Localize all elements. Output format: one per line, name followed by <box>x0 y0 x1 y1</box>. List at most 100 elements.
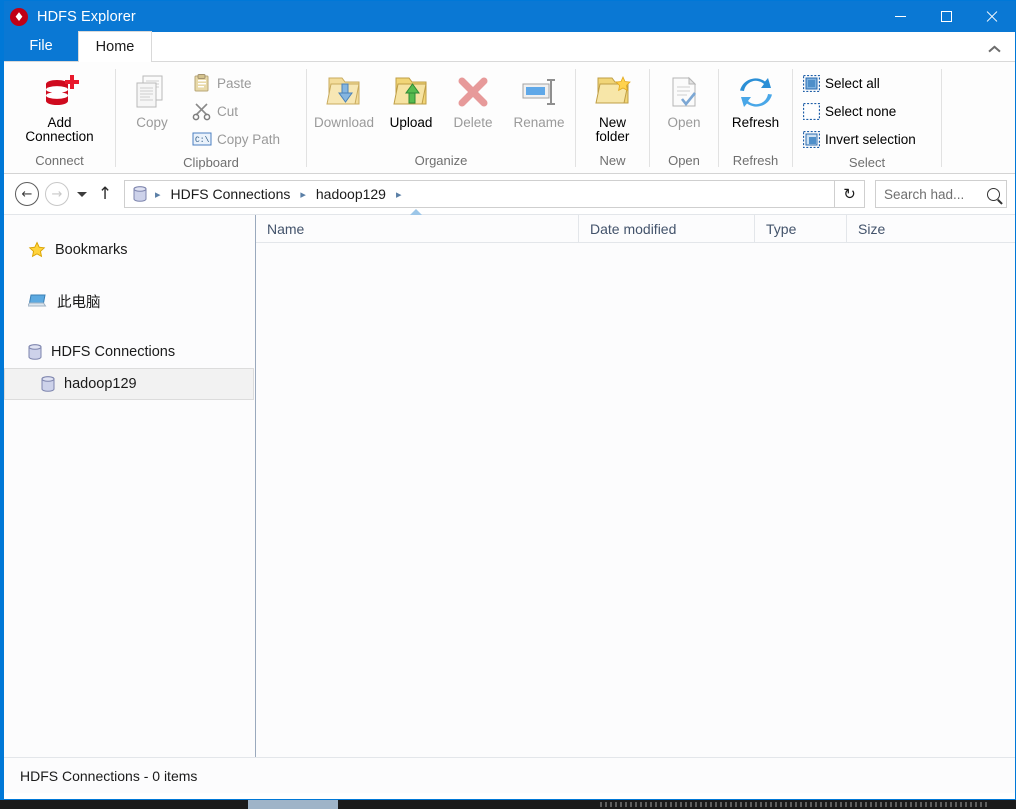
forward-button[interactable]: → <box>42 179 72 209</box>
search-icon <box>987 187 1000 201</box>
select-all-button[interactable]: Select all <box>799 69 916 97</box>
ribbon-group-label-new: New <box>599 153 626 168</box>
delete-button[interactable]: Delete <box>442 67 504 130</box>
back-button[interactable]: ← <box>12 179 42 209</box>
paste-button[interactable]: Paste <box>188 69 280 97</box>
navigation-pane: Bookmarks 此电脑 HDFS Connections hadoop129 <box>4 215 255 757</box>
database-icon <box>28 344 42 360</box>
breadcrumb-item-hadoop129[interactable]: hadoop129 <box>312 186 390 202</box>
add-connection-button[interactable]: Add Connection <box>7 67 112 144</box>
scissors-icon <box>192 101 212 121</box>
column-header-size[interactable]: Size <box>846 214 945 243</box>
upload-button[interactable]: Upload <box>380 67 442 130</box>
window-title: HDFS Explorer <box>37 8 136 25</box>
tab-file[interactable]: File <box>4 31 78 61</box>
rename-button[interactable]: Rename <box>504 67 574 130</box>
ribbon-tab-strip: File Home <box>4 31 1015 62</box>
rename-icon <box>518 71 560 113</box>
address-bar: ← → ↑ ▸ HDFS Connections ▸ hadoop129 ▸ ↻ <box>4 174 1015 214</box>
refresh-label: Refresh <box>731 115 780 130</box>
tab-home[interactable]: Home <box>78 31 152 62</box>
up-button[interactable]: ↑ <box>92 179 118 209</box>
tab-file-label: File <box>29 38 53 54</box>
ribbon-group-label-open: Open <box>668 153 700 168</box>
main-split: Bookmarks 此电脑 HDFS Connections hadoop129… <box>4 208 1015 757</box>
breadcrumb-item-hdfs-connections[interactable]: HDFS Connections <box>167 186 295 202</box>
sidebar-item-hdfs-connections[interactable]: HDFS Connections <box>4 336 255 368</box>
ribbon: Add Connection Connect Copy Paste Cut C:… <box>4 62 1015 174</box>
add-connection-label: Add Connection <box>25 115 94 144</box>
sidebar-item-label: hadoop129 <box>64 376 137 392</box>
ribbon-group-organize: Download Upload Delete Rename Organize <box>307 62 575 173</box>
hdfs-explorer-window: ♦ HDFS Explorer File Home Add Connection… <box>0 0 1016 800</box>
paste-label: Paste <box>217 75 252 91</box>
ribbon-group-label-select: Select <box>848 155 886 170</box>
sort-ascending-icon <box>410 208 422 215</box>
ribbon-group-open: Open Open <box>650 62 718 173</box>
select-none-label: Select none <box>825 103 897 119</box>
copy-icon <box>132 71 172 113</box>
download-label: Download <box>313 115 375 130</box>
sidebar-item-hadoop129[interactable]: hadoop129 <box>4 368 254 400</box>
star-icon <box>28 241 46 259</box>
status-bar: HDFS Connections - 0 items <box>4 757 1015 793</box>
ribbon-collapse-button[interactable] <box>983 38 1005 58</box>
maximize-button[interactable] <box>923 1 969 32</box>
svg-text:C:\: C:\ <box>195 136 210 145</box>
column-header-date-modified[interactable]: Date modified <box>578 214 754 243</box>
chevron-down-icon <box>77 191 87 197</box>
new-folder-icon <box>592 71 634 113</box>
ribbon-group-new: New folder New <box>576 62 649 173</box>
select-none-button[interactable]: Select none <box>799 97 916 125</box>
search-input[interactable]: Search had... <box>875 180 1007 208</box>
tab-home-label: Home <box>95 39 135 55</box>
database-icon <box>131 186 149 202</box>
copy-path-button[interactable]: C:\ Copy Path <box>188 125 280 153</box>
folder-download-icon <box>323 71 365 113</box>
breadcrumb-separator: ▸ <box>395 187 402 201</box>
column-header-type[interactable]: Type <box>754 214 846 243</box>
cut-button[interactable]: Cut <box>188 97 280 125</box>
sidebar-item-label: 此电脑 <box>57 294 101 311</box>
copy-path-icon: C:\ <box>192 130 212 148</box>
file-list-body[interactable] <box>256 243 1015 757</box>
breadcrumb-separator: ▸ <box>155 187 161 201</box>
paste-icon <box>192 73 212 93</box>
refresh-button[interactable]: Refresh <box>722 67 790 130</box>
new-folder-button[interactable]: New folder <box>580 67 646 144</box>
ribbon-group-label-organize: Organize <box>414 153 468 168</box>
breadcrumb[interactable]: ▸ HDFS Connections ▸ hadoop129 ▸ <box>124 180 835 208</box>
history-dropdown-button[interactable] <box>72 179 92 209</box>
sidebar-item-this-pc[interactable]: 此电脑 <box>4 285 255 317</box>
search-placeholder: Search had... <box>884 186 965 202</box>
sidebar-item-bookmarks[interactable]: Bookmarks <box>4 234 255 266</box>
taskbar-tray <box>600 802 990 807</box>
address-refresh-button[interactable]: ↻ <box>835 180 865 208</box>
open-button[interactable]: Open <box>653 67 715 130</box>
invert-selection-icon <box>803 130 820 148</box>
maximize-icon <box>940 11 952 22</box>
close-icon <box>986 11 998 23</box>
hdfs-app-icon: ♦ <box>10 7 28 26</box>
close-button[interactable] <box>969 1 1015 32</box>
copy-label: Copy <box>136 115 168 130</box>
ribbon-group-label-clipboard: Clipboard <box>183 155 239 170</box>
invert-selection-label: Invert selection <box>825 131 916 147</box>
title-bar: ♦ HDFS Explorer <box>4 1 1015 32</box>
ribbon-group-clipboard: Copy Paste Cut C:\ Copy Path Clipboard <box>116 62 306 173</box>
taskbar-strip <box>0 800 1016 809</box>
taskbar-active-item <box>248 800 338 809</box>
back-arrow-icon: ← <box>15 182 39 206</box>
minimize-button[interactable] <box>877 1 923 32</box>
ribbon-group-label-connect: Connect <box>35 153 84 168</box>
new-folder-label: New folder <box>595 115 630 144</box>
column-header-name[interactable]: Name <box>256 208 578 243</box>
chevron-up-icon <box>989 43 1000 54</box>
forward-arrow-icon: → <box>45 182 69 206</box>
cut-label: Cut <box>217 103 239 119</box>
copy-button[interactable]: Copy <box>116 67 188 130</box>
upload-label: Upload <box>389 115 433 130</box>
file-list-pane: Name Date modified Type Size <box>256 208 1015 757</box>
invert-selection-button[interactable]: Invert selection <box>799 125 916 153</box>
download-button[interactable]: Download <box>308 67 380 130</box>
